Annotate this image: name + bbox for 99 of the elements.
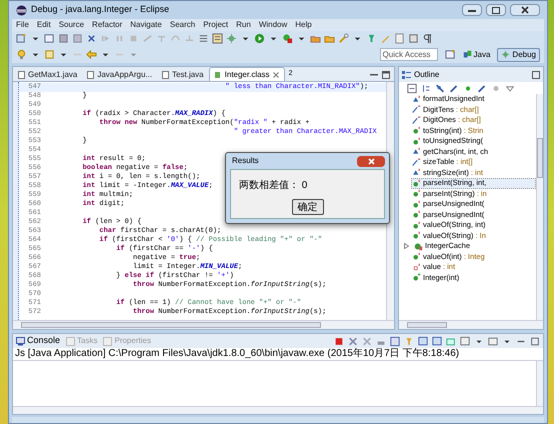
collapse-all-icon[interactable] [407, 82, 417, 94]
perspective-button[interactable]: Java [458, 48, 494, 62]
quick-access-field[interactable]: Quick Access [380, 48, 438, 61]
triangle-icon [412, 168, 421, 178]
view-icon [103, 336, 112, 346]
cross-icon[interactable] [86, 33, 97, 44]
scroll-lock-icon[interactable] [390, 336, 400, 346]
terminate-icon[interactable] [334, 336, 344, 346]
view-icon [66, 336, 76, 346]
method-icon [412, 200, 421, 209]
class-icon [414, 242, 423, 251]
method-icon [412, 136, 421, 146]
method-icon [412, 252, 421, 262]
hide-local-icon[interactable] [477, 82, 487, 94]
square-icon[interactable] [408, 33, 419, 44]
vertical-scrollbar[interactable] [536, 94, 543, 320]
close-icon [368, 158, 374, 164]
panel-title[interactable]: Outline [414, 68, 440, 80]
paragraph-icon[interactable] [422, 33, 433, 44]
horizontal-scrollbar[interactable] [13, 320, 394, 329]
maximize-button[interactable] [486, 4, 506, 16]
eclipse-logo-icon [16, 4, 27, 16]
expand-icon[interactable] [404, 243, 409, 250]
method-icon [412, 231, 421, 240]
menu-item[interactable]: Edit [36, 19, 51, 31]
method-icon [412, 126, 421, 136]
triangle-icon [412, 94, 421, 104]
minimize-button[interactable] [462, 4, 482, 16]
method-icon [412, 178, 421, 188]
show-error-icon[interactable] [432, 336, 442, 346]
window-icon[interactable] [44, 33, 55, 44]
show-output-icon[interactable] [418, 336, 428, 346]
minimize-icon [468, 8, 476, 12]
file-icon [162, 70, 170, 78]
file-icon [87, 70, 94, 78]
dialog-message: 两数相差值： 0 [239, 178, 308, 193]
method-icon [412, 210, 421, 220]
toggle-icon[interactable] [212, 33, 223, 44]
class-file-icon [214, 70, 222, 78]
menu-item[interactable]: Refactor [92, 19, 122, 31]
page-icon[interactable] [394, 33, 405, 44]
close-icon [521, 6, 529, 14]
maximize-icon[interactable] [530, 336, 540, 346]
menu-item[interactable]: Navigate [130, 19, 162, 31]
hide-fields-icon[interactable] [435, 82, 445, 94]
hide-static-icon[interactable] [449, 82, 459, 94]
editor-tab[interactable]: Integer.class [208, 67, 285, 81]
menu-item[interactable]: Project [203, 19, 228, 31]
run-icon[interactable] [254, 33, 265, 44]
display-icon[interactable] [460, 336, 470, 346]
sort-icon[interactable] [421, 82, 431, 94]
new-console-icon[interactable] [488, 336, 498, 346]
window-title: Debug - java.lang.Integer - Eclipse [31, 3, 170, 16]
folder-icon[interactable] [324, 33, 335, 44]
dialog-title: Results [232, 155, 259, 167]
constructor-icon [412, 273, 421, 282]
square-icon [412, 262, 421, 272]
close-button[interactable] [510, 4, 540, 16]
list-icon[interactable] [198, 33, 209, 44]
maximize-icon[interactable] [382, 71, 390, 79]
outline-icon [402, 70, 411, 79]
file-icon [18, 70, 25, 78]
save-icon[interactable] [58, 33, 69, 44]
menu-item[interactable]: Run [236, 19, 251, 31]
field-icon [412, 158, 421, 167]
bug-icon [501, 50, 510, 59]
remove-icon[interactable] [348, 336, 358, 346]
field-icon [412, 116, 421, 125]
maximize-icon [492, 6, 500, 14]
minimize-icon[interactable] [370, 73, 378, 77]
triangle-icon [412, 147, 421, 156]
perspective-button[interactable]: Debug [497, 48, 540, 62]
save-all-icon[interactable] [72, 33, 83, 44]
ok-button[interactable]: 确定 [292, 199, 324, 215]
vertical-scrollbar[interactable] [536, 361, 543, 406]
method-icon [412, 220, 421, 230]
menu-item[interactable]: Help [295, 19, 312, 31]
close-icon[interactable] [272, 72, 279, 78]
menu-item[interactable]: File [16, 19, 29, 31]
console-tab[interactable]: Console [16, 334, 60, 348]
menu-item[interactable]: Search [170, 19, 196, 31]
open-perspective-icon[interactable] [444, 49, 456, 60]
console-header: Js [Java Application] C:\Program Files\Java\jdk1.8.0_60\bin\javaw.exe (2015年10月7日 下午8:18:46) [13, 348, 543, 361]
horizontal-scrollbar[interactable] [399, 320, 543, 329]
horizontal-scrollbar[interactable] [13, 406, 543, 414]
perspective-icon [462, 50, 472, 59]
maximize-icon[interactable] [532, 70, 540, 78]
menu-item[interactable]: Source [58, 19, 84, 31]
method-icon [412, 189, 421, 198]
field-icon [412, 105, 421, 114]
close-button[interactable] [357, 156, 385, 166]
editor-tab[interactable]: JavaAppArgu... [82, 68, 158, 81]
console-icon [16, 336, 25, 346]
new-icon[interactable] [16, 33, 27, 44]
editor-tab[interactable]: Test.java [157, 68, 209, 81]
open-console-icon[interactable] [446, 336, 456, 346]
editor-tab[interactable]: GetMax1.java [13, 68, 82, 81]
menu-item[interactable]: Window [258, 19, 288, 31]
external-tools-icon[interactable] [282, 33, 293, 44]
